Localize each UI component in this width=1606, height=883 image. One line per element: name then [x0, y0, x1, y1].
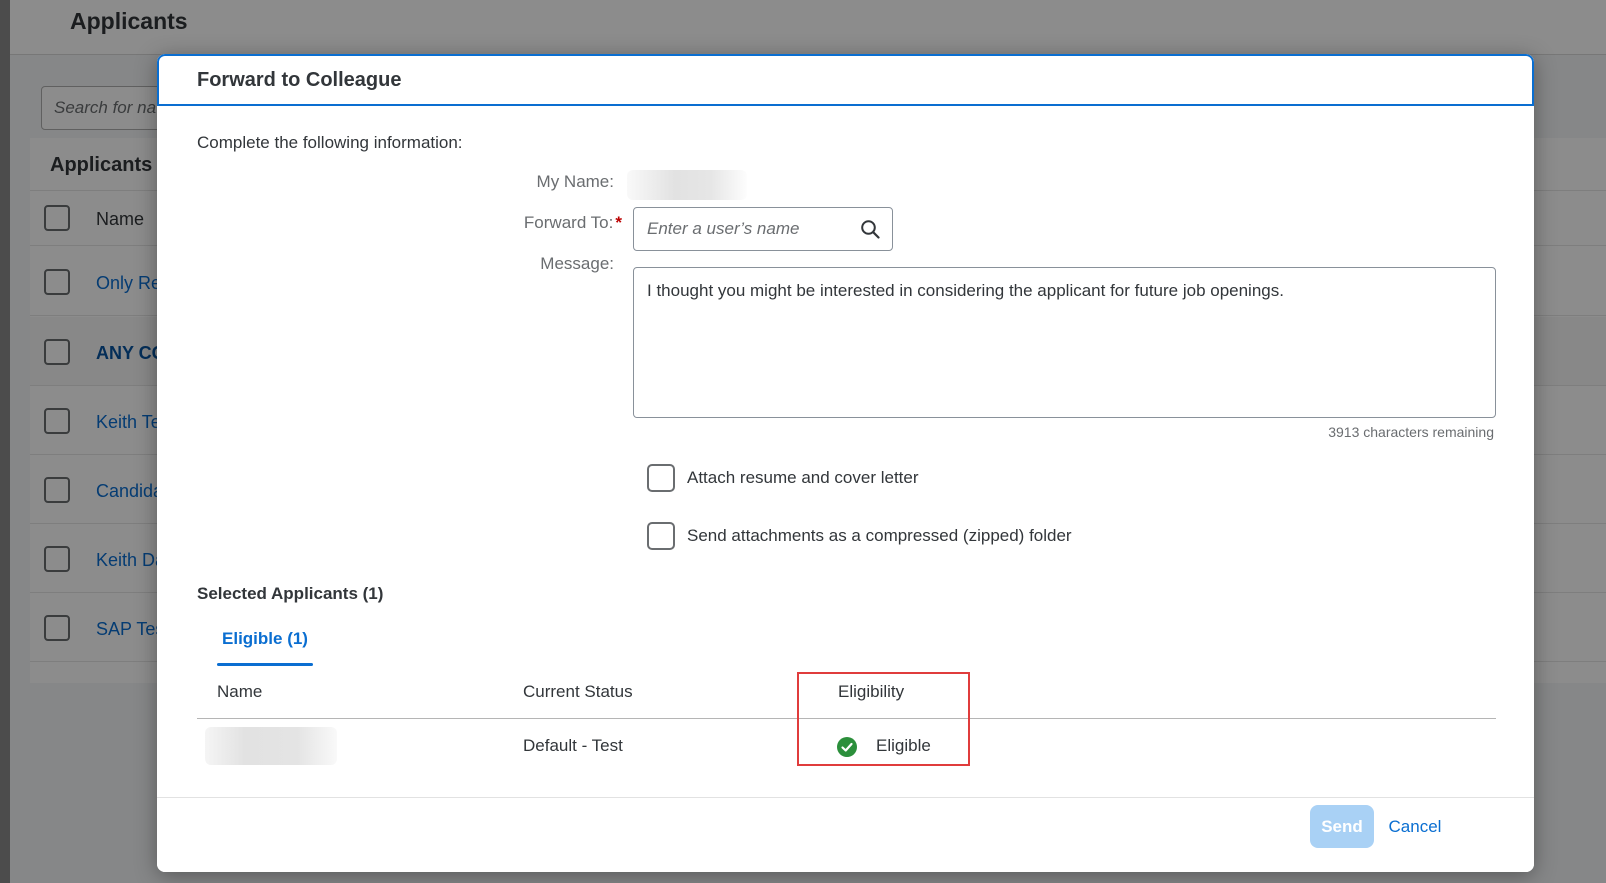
tab-eligible[interactable]: Eligible (1) [217, 627, 313, 667]
zip-attachments-checkbox[interactable] [647, 522, 675, 550]
column-name-header: Name [217, 682, 263, 701]
send-button[interactable]: Send [1310, 805, 1374, 848]
cancel-button[interactable]: Cancel [1380, 805, 1450, 848]
forward-to-label: Forward To: * [523, 213, 622, 232]
dialog-footer: Send Cancel [157, 797, 1534, 872]
message-label: Message: [540, 254, 614, 273]
selected-applicants-title: Selected Applicants (1) [197, 584, 384, 603]
forward-to-input[interactable] [634, 208, 854, 250]
my-name-value-redacted [627, 170, 747, 200]
attach-resume-checkbox[interactable] [647, 464, 675, 492]
my-name-label: My Name: [536, 172, 614, 191]
forward-dialog: Forward to Colleague Complete the follow… [157, 54, 1534, 872]
applicant-status: Default - Test [523, 736, 623, 755]
eligibility-highlight-box [797, 672, 970, 766]
applicant-name-redacted [205, 727, 337, 765]
dialog-header: Forward to Colleague [157, 54, 1534, 106]
zip-attachments-label[interactable]: Send attachments as a compressed (zipped… [687, 526, 1072, 546]
chars-remaining: 3913 characters remaining [1328, 424, 1494, 440]
search-icon[interactable] [860, 219, 880, 239]
column-status-header: Current Status [523, 682, 633, 701]
message-textarea[interactable]: I thought you might be interested in con… [633, 267, 1496, 418]
forward-to-field[interactable] [633, 207, 893, 251]
required-marker: * [615, 213, 622, 232]
tab-selected-indicator [217, 663, 313, 666]
dialog-title: Forward to Colleague [197, 69, 402, 91]
attach-resume-label[interactable]: Attach resume and cover letter [687, 468, 919, 488]
instructions-text: Complete the following information: [197, 133, 463, 152]
